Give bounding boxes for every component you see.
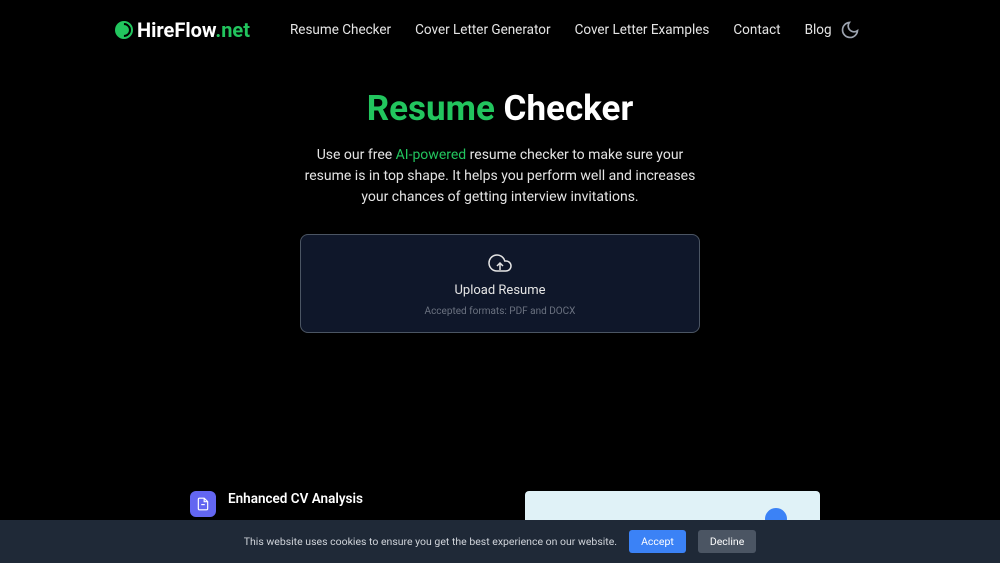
page-title: Resume Checker (367, 88, 634, 129)
feature-preview (525, 491, 820, 523)
cookie-text: This website uses cookies to ensure you … (244, 535, 617, 548)
logo-prefix: HireFlow (137, 18, 215, 42)
feature-card: Enhanced CV Analysis (190, 491, 363, 523)
header: HireFlow.net Resume Checker Cover Letter… (0, 0, 1000, 60)
cookie-banner: This website uses cookies to ensure you … (0, 520, 1000, 563)
main-nav: Resume Checker Cover Letter Generator Co… (290, 22, 840, 38)
upload-dropzone[interactable]: Upload Resume Accepted formats: PDF and … (300, 234, 700, 333)
document-icon (196, 497, 210, 511)
subtitle-pre: Use our free (317, 147, 396, 163)
cookie-accept-button[interactable]: Accept (629, 530, 686, 553)
main-content: Resume Checker Use our free AI-powered r… (0, 60, 1000, 333)
title-highlight: Resume (367, 88, 495, 129)
logo-text: HireFlow.net (137, 18, 250, 42)
upload-label: Upload Resume (454, 283, 545, 298)
feature-title: Enhanced CV Analysis (228, 491, 363, 507)
cookie-decline-button[interactable]: Decline (698, 530, 756, 553)
subtitle-highlight: AI-powered (396, 147, 467, 163)
nav-cover-letter-generator[interactable]: Cover Letter Generator (415, 22, 550, 38)
nav-cover-letter-examples[interactable]: Cover Letter Examples (575, 22, 710, 38)
title-main: Checker (504, 88, 634, 129)
logo[interactable]: HireFlow.net (115, 18, 250, 42)
cloud-upload-icon (488, 251, 512, 275)
upload-hint: Accepted formats: PDF and DOCX (425, 306, 576, 317)
nav-resume-checker[interactable]: Resume Checker (290, 22, 391, 38)
feature-icon-box (190, 491, 216, 517)
logo-suffix: .net (215, 18, 250, 42)
moon-icon (840, 20, 860, 40)
feature-section: Enhanced CV Analysis (190, 491, 820, 523)
nav-contact[interactable]: Contact (733, 22, 780, 38)
theme-toggle[interactable] (840, 20, 860, 40)
nav-blog[interactable]: Blog (805, 22, 832, 38)
subtitle: Use our free AI-powered resume checker t… (300, 145, 700, 208)
logo-icon (115, 21, 133, 39)
